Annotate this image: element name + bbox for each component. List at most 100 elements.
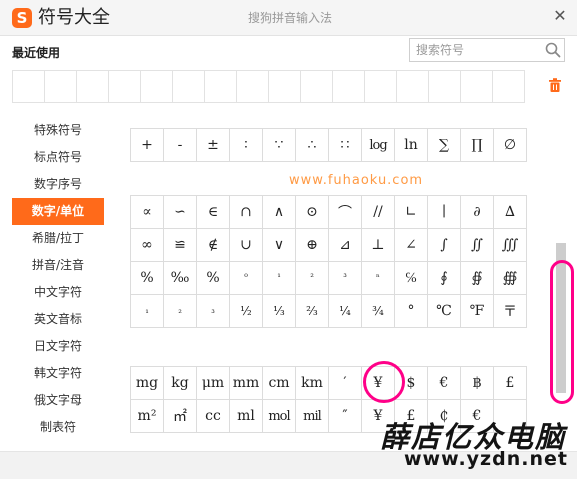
- symbol-cell[interactable]: ∑: [428, 129, 461, 162]
- symbol-cell[interactable]: ⁿ: [362, 262, 395, 295]
- sidebar-item-russian[interactable]: 俄文字母: [12, 387, 104, 414]
- sidebar-item-box-drawing[interactable]: 制表符: [12, 414, 104, 441]
- symbol-cell[interactable]: ℃: [428, 295, 461, 328]
- trash-icon[interactable]: [547, 77, 563, 93]
- recent-slot[interactable]: [493, 71, 525, 103]
- symbol-cell[interactable]: ∠: [395, 229, 428, 262]
- symbol-cell[interactable]: ⊥: [362, 229, 395, 262]
- recent-slot[interactable]: [109, 71, 141, 103]
- symbol-cell[interactable]: log: [362, 129, 395, 162]
- recent-slot[interactable]: [205, 71, 237, 103]
- symbol-cell[interactable]: ∟: [395, 196, 428, 229]
- symbol-cell[interactable]: ∏: [461, 129, 494, 162]
- recent-slot[interactable]: [429, 71, 461, 103]
- symbol-cell[interactable]: ∽: [164, 196, 197, 229]
- symbol-cell[interactable]: 〒: [494, 295, 527, 328]
- symbol-cell[interactable]: ∨: [263, 229, 296, 262]
- sidebar-item-special[interactable]: 特殊符号: [12, 117, 104, 144]
- search-box[interactable]: [409, 38, 565, 62]
- sidebar-item-greek-latin[interactable]: 希腊/拉丁: [12, 225, 104, 252]
- recent-slot[interactable]: [301, 71, 333, 103]
- symbol-cell[interactable]: ¹: [263, 262, 296, 295]
- symbol-cell[interactable]: ≌: [164, 229, 197, 262]
- recent-slot[interactable]: [397, 71, 429, 103]
- symbol-cell[interactable]: ∉: [197, 229, 230, 262]
- recent-slot[interactable]: [333, 71, 365, 103]
- symbol-cell[interactable]: ∝: [131, 196, 164, 229]
- symbol-cell[interactable]: ³: [329, 262, 362, 295]
- symbol-cell[interactable]: ‰: [164, 262, 197, 295]
- symbol-cell[interactable]: °: [395, 295, 428, 328]
- symbol-cell[interactable]: ㎡: [164, 400, 197, 433]
- search-input[interactable]: [410, 39, 540, 61]
- symbol-cell[interactable]: ∰: [494, 262, 527, 295]
- symbol-cell[interactable]: //: [362, 196, 395, 229]
- symbol-cell[interactable]: €: [428, 367, 461, 400]
- symbol-cell[interactable]: m²: [131, 400, 164, 433]
- sidebar-item-chinese[interactable]: 中文字符: [12, 279, 104, 306]
- sidebar-item-numbering[interactable]: 数字序号: [12, 171, 104, 198]
- symbol-cell[interactable]: ₁: [131, 295, 164, 328]
- sidebar-item-japanese[interactable]: 日文字符: [12, 333, 104, 360]
- symbol-cell[interactable]: ∮: [428, 262, 461, 295]
- symbol-cell[interactable]: ⅔: [296, 295, 329, 328]
- symbol-cell[interactable]: ∈: [197, 196, 230, 229]
- recent-slot[interactable]: [13, 71, 45, 103]
- symbol-cell[interactable]: mil: [296, 400, 329, 433]
- symbol-cell[interactable]: ₂: [164, 295, 197, 328]
- symbol-cell[interactable]: ℉: [461, 295, 494, 328]
- recent-slot[interactable]: [45, 71, 77, 103]
- symbol-cell[interactable]: ∪: [230, 229, 263, 262]
- symbol-cell[interactable]: ¾: [362, 295, 395, 328]
- symbol-cell[interactable]: ⅓: [263, 295, 296, 328]
- symbol-cell[interactable]: %: [197, 262, 230, 295]
- sidebar-item-phonetic[interactable]: 英文音标: [12, 306, 104, 333]
- symbol-cell[interactable]: mm: [230, 367, 263, 400]
- symbol-cell[interactable]: ∅: [494, 129, 527, 162]
- close-button[interactable]: ✕: [548, 4, 572, 28]
- symbol-cell[interactable]: kg: [164, 367, 197, 400]
- symbol-cell[interactable]: ⊙: [296, 196, 329, 229]
- symbol-cell[interactable]: ∶: [230, 129, 263, 162]
- recent-slot[interactable]: [269, 71, 301, 103]
- symbol-cell[interactable]: ∯: [461, 262, 494, 295]
- symbol-cell[interactable]: ∷: [329, 129, 362, 162]
- symbol-cell[interactable]: ⌒: [329, 196, 362, 229]
- symbol-cell[interactable]: cm: [263, 367, 296, 400]
- symbol-cell[interactable]: -: [164, 129, 197, 162]
- symbol-cell[interactable]: ∆: [494, 196, 527, 229]
- symbol-cell[interactable]: ²: [296, 262, 329, 295]
- symbol-cell[interactable]: ∫: [428, 229, 461, 262]
- symbol-cell[interactable]: μm: [197, 367, 230, 400]
- symbol-cell[interactable]: ¼: [329, 295, 362, 328]
- symbol-cell[interactable]: ∞: [131, 229, 164, 262]
- symbol-cell[interactable]: ⊿: [329, 229, 362, 262]
- symbol-cell[interactable]: ∭: [494, 229, 527, 262]
- symbol-cell[interactable]: ½: [230, 295, 263, 328]
- symbol-cell[interactable]: ∂: [461, 196, 494, 229]
- sidebar-item-korean[interactable]: 韩文字符: [12, 360, 104, 387]
- symbol-cell[interactable]: cc: [197, 400, 230, 433]
- search-icon[interactable]: [544, 41, 562, 59]
- symbol-cell[interactable]: ml: [230, 400, 263, 433]
- symbol-cell[interactable]: ⊕: [296, 229, 329, 262]
- symbol-cell[interactable]: ℅: [395, 262, 428, 295]
- symbol-cell[interactable]: ″: [329, 400, 362, 433]
- symbol-cell[interactable]: ln: [395, 129, 428, 162]
- recent-slot[interactable]: [237, 71, 269, 103]
- symbol-cell[interactable]: ∬: [461, 229, 494, 262]
- symbol-cell[interactable]: ∣: [428, 196, 461, 229]
- symbol-cell[interactable]: mg: [131, 367, 164, 400]
- symbol-cell[interactable]: mol: [263, 400, 296, 433]
- recent-slot[interactable]: [365, 71, 397, 103]
- symbol-cell[interactable]: £: [494, 367, 527, 400]
- symbol-cell[interactable]: ∴: [296, 129, 329, 162]
- symbol-cell[interactable]: %: [131, 262, 164, 295]
- symbol-cell[interactable]: +: [131, 129, 164, 162]
- symbol-cell[interactable]: ฿: [461, 367, 494, 400]
- recent-slot[interactable]: [77, 71, 109, 103]
- sidebar-item-punctuation[interactable]: 标点符号: [12, 144, 104, 171]
- symbol-cell[interactable]: ∩: [230, 196, 263, 229]
- symbol-cell[interactable]: ±: [197, 129, 230, 162]
- symbol-cell[interactable]: ₃: [197, 295, 230, 328]
